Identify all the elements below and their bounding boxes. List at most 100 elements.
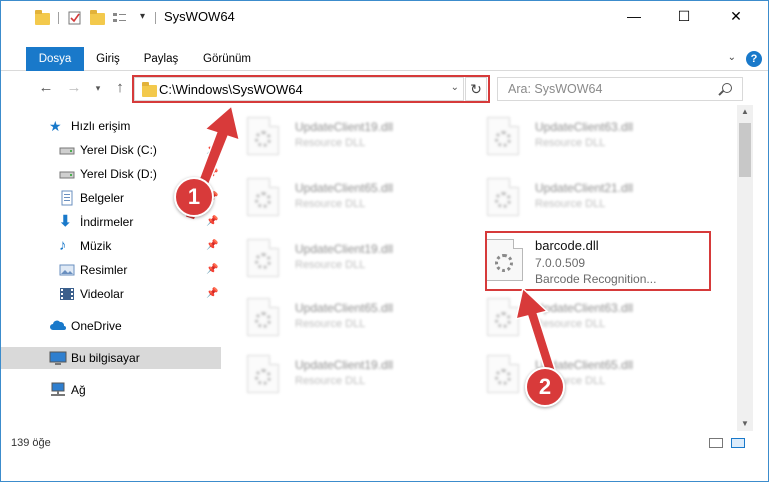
divider xyxy=(58,12,59,24)
sidebar-item-label: Videolar xyxy=(80,287,124,301)
file-name: UpdateClient19.dll xyxy=(295,120,394,134)
arrow-up-icon[interactable]: ↑ xyxy=(111,79,129,96)
file-name: barcode.dll xyxy=(535,238,599,253)
dll-file-icon xyxy=(247,178,279,216)
gear-icon xyxy=(255,369,271,385)
sidebar-item-label: OneDrive xyxy=(71,319,122,333)
download-icon: ⬇ xyxy=(59,213,72,230)
arrow-left-icon[interactable]: ← xyxy=(37,79,55,96)
search-placeholder: Ara: SysWOW64 xyxy=(508,82,603,96)
file-item[interactable]: UpdateClient65.dll Resource DLL xyxy=(229,174,449,222)
picture-icon xyxy=(59,262,75,278)
pin-icon[interactable]: 📌 xyxy=(206,240,218,251)
search-icon xyxy=(722,83,732,93)
status-bar: 139 öğe xyxy=(1,431,768,455)
address-path[interactable]: C:\Windows\SysWOW64 xyxy=(159,82,303,97)
annotation-arrow-1 xyxy=(183,104,241,221)
pin-icon[interactable]: 📌 xyxy=(206,264,218,275)
music-icon: ♪ xyxy=(59,237,67,254)
dll-file-icon xyxy=(247,117,279,155)
view-options-icon[interactable] xyxy=(112,10,128,26)
sidebar-item-label: Ağ xyxy=(71,383,86,397)
window-title: SysWOW64 xyxy=(164,9,235,24)
file-item[interactable]: UpdateClient65.dll Resource DLL xyxy=(229,294,449,342)
scrollbar-thumb[interactable] xyxy=(739,123,751,177)
gear-icon xyxy=(495,131,511,147)
file-list: UpdateClient19.dll Resource DLL UpdateCl… xyxy=(229,109,737,431)
file-name: UpdateClient19.dll xyxy=(295,358,394,372)
chevron-down-icon[interactable]: ⌄ xyxy=(451,82,459,93)
help-button[interactable]: ? xyxy=(746,51,762,67)
sidebar-item-label: Belgeler xyxy=(80,191,125,205)
arrow-right-icon[interactable]: → xyxy=(65,79,83,96)
video-icon xyxy=(59,286,75,302)
address-bar[interactable]: C:\Windows\SysWOW64 ⌄ xyxy=(134,77,464,101)
properties-icon[interactable] xyxy=(67,10,83,26)
file-type: Resource DLL xyxy=(295,259,366,271)
step-badge-2: 2 xyxy=(525,367,565,407)
sidebar-item-label: Resimler xyxy=(80,263,128,277)
gear-icon xyxy=(255,312,271,328)
file-type: Resource DLL xyxy=(295,137,366,149)
search-input[interactable]: Ara: SysWOW64 xyxy=(497,77,743,101)
file-item-barcode-dll[interactable]: barcode.dll 7.0.0.509 Barcode Recognitio… xyxy=(457,235,707,289)
explorer-window: ▾ SysWOW64 — ☐ ✕ Dosya Giriş Paylaş Görü… xyxy=(0,0,769,482)
file-name: UpdateClient19.dll xyxy=(295,242,394,256)
tab-share[interactable]: Paylaş xyxy=(141,47,181,71)
close-button[interactable]: ✕ xyxy=(713,1,759,31)
file-type: Resource DLL xyxy=(295,375,366,387)
customize-toolbar-icon[interactable]: ▾ xyxy=(140,11,156,27)
file-item[interactable]: UpdateClient19.dll Resource DLL xyxy=(229,113,449,161)
dll-file-icon xyxy=(487,117,519,155)
chevron-down-icon[interactable]: ⌄ xyxy=(728,52,736,63)
computer-icon xyxy=(49,350,67,366)
maximize-button[interactable]: ☐ xyxy=(661,1,707,31)
step-badge-1: 1 xyxy=(174,177,214,217)
gear-icon xyxy=(255,253,271,269)
item-count: 139 öğe xyxy=(11,437,51,449)
sidebar-item-pictures[interactable]: Resimler 📌 xyxy=(1,259,221,281)
new-folder-icon[interactable] xyxy=(90,10,106,26)
tab-home[interactable]: Giriş xyxy=(91,47,125,71)
folder-icon xyxy=(35,10,51,26)
sidebar-item-network[interactable]: Ağ xyxy=(1,379,221,401)
sidebar-item-this-pc[interactable]: Bu bilgisayar xyxy=(1,347,221,369)
file-item[interactable]: UpdateClient63.dll Resource DLL xyxy=(469,113,689,161)
cloud-icon xyxy=(49,318,66,334)
vertical-scrollbar[interactable]: ▲ ▼ xyxy=(737,105,753,431)
file-item[interactable]: UpdateClient19.dll Resource DLL xyxy=(229,235,449,283)
refresh-icon: ↻ xyxy=(470,81,482,97)
pin-icon[interactable]: 📌 xyxy=(206,288,218,299)
tiles-view-icon[interactable] xyxy=(731,438,745,448)
dll-file-icon xyxy=(485,239,523,281)
ribbon-tabs: Dosya Giriş Paylaş Görünüm ⌄ ? xyxy=(1,47,768,71)
gear-icon xyxy=(255,192,271,208)
gear-icon xyxy=(495,192,511,208)
chevron-down-icon[interactable]: ▾ xyxy=(89,83,107,94)
tab-file[interactable]: Dosya xyxy=(26,47,84,71)
file-item[interactable]: UpdateClient21.dll Resource DLL xyxy=(469,174,689,222)
drive-icon xyxy=(59,166,75,182)
scroll-down-icon[interactable]: ▼ xyxy=(737,417,753,431)
file-name: UpdateClient21.dll xyxy=(535,181,634,195)
star-icon: ★ xyxy=(49,118,62,134)
drive-icon xyxy=(59,142,75,158)
sidebar-item-onedrive[interactable]: OneDrive xyxy=(1,315,221,337)
gear-icon xyxy=(255,131,271,147)
sidebar-item-videos[interactable]: Videolar 📌 xyxy=(1,283,221,305)
tab-view[interactable]: Görünüm xyxy=(201,47,253,71)
dll-file-icon xyxy=(487,178,519,216)
sidebar-item-label: Müzik xyxy=(80,239,112,253)
divider xyxy=(155,12,156,24)
file-name: UpdateClient65.dll xyxy=(295,181,394,195)
file-version: 7.0.0.509 xyxy=(535,256,586,270)
navigation-bar: ← → ▾ ↑ C:\Windows\SysWOW64 ⌄ ↻ Ara: Sys… xyxy=(1,75,768,103)
refresh-button[interactable]: ↻ xyxy=(465,77,487,101)
details-view-icon[interactable] xyxy=(709,438,723,448)
scroll-up-icon[interactable]: ▲ xyxy=(737,105,753,119)
document-icon xyxy=(59,190,75,206)
file-type: Resource DLL xyxy=(295,318,366,330)
file-item[interactable]: UpdateClient19.dll Resource DLL xyxy=(229,351,449,399)
network-icon xyxy=(49,382,65,398)
minimize-button[interactable]: — xyxy=(611,1,657,31)
